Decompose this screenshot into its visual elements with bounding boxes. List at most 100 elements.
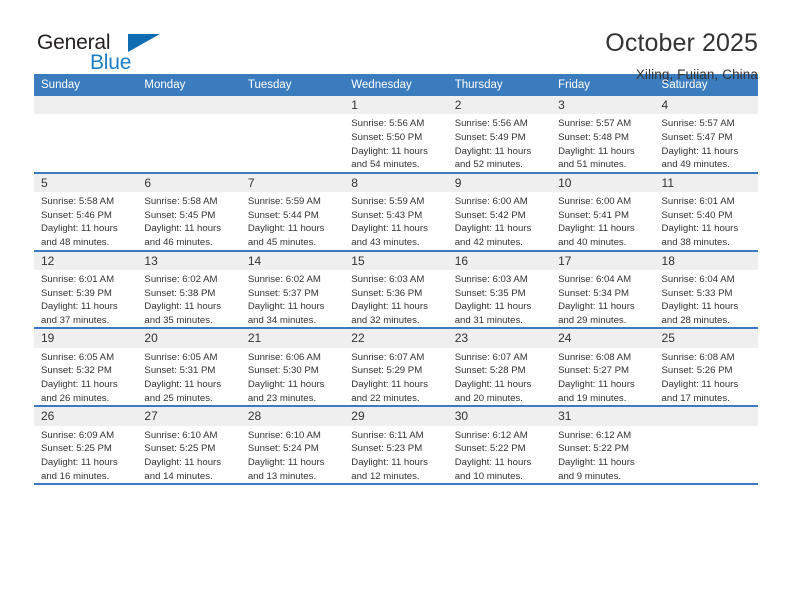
day-cell[interactable]: Sunrise: 5:58 AM Sunset: 5:45 PM Daylight:… bbox=[137, 192, 241, 252]
sunrise-text: Sunrise: 6:05 AM bbox=[41, 351, 115, 363]
daylight-text: Daylight: 11 hours and 20 minutes. bbox=[454, 379, 532, 404]
day-cell[interactable]: Sunrise: 6:03 AM Sunset: 5:35 PM Daylight:… bbox=[447, 270, 552, 330]
sunset-text: Sunset: 5:41 PM bbox=[558, 209, 630, 221]
sunset-text: Sunset: 5:32 PM bbox=[41, 365, 112, 377]
day-cell-empty bbox=[137, 114, 241, 174]
sunset-text: Sunset: 5:34 PM bbox=[558, 287, 630, 299]
day-cell[interactable]: Sunrise: 6:03 AM Sunset: 5:36 PM Daylight:… bbox=[344, 270, 448, 330]
sunset-text: Sunset: 5:33 PM bbox=[661, 287, 733, 299]
day-cell[interactable]: Sunrise: 6:05 AM Sunset: 5:32 PM Daylight:… bbox=[34, 347, 138, 408]
daylight-text: Daylight: 11 hours and 51 minutes. bbox=[558, 145, 635, 171]
daylight-text: Daylight: 11 hours and 25 minutes. bbox=[144, 379, 222, 404]
day-number[interactable]: 18 bbox=[654, 250, 758, 271]
day-cell[interactable]: Sunrise: 5:59 AM Sunset: 5:44 PM Daylight:… bbox=[240, 192, 345, 252]
day-number[interactable]: 27 bbox=[137, 406, 241, 426]
sunrise-text: Sunrise: 6:11 AM bbox=[351, 429, 424, 441]
day-cell[interactable]: Sunrise: 6:00 AM Sunset: 5:41 PM Daylight:… bbox=[551, 192, 655, 252]
page-header: General Blue October 2025 Xiling, Fujian… bbox=[34, 0, 758, 81]
sunrise-text: Sunrise: 6:08 AM bbox=[558, 351, 632, 363]
day-number[interactable]: 25 bbox=[654, 328, 758, 348]
day-number[interactable]: 30 bbox=[447, 406, 552, 426]
weekday-header-wednesday: Wednesday bbox=[344, 74, 448, 96]
day-number[interactable]: 8 bbox=[344, 172, 448, 193]
day-number[interactable]: 9 bbox=[447, 172, 552, 193]
day-number[interactable]: 1 bbox=[344, 96, 448, 115]
day-cell[interactable]: Sunrise: 6:08 AM Sunset: 5:26 PM Daylight:… bbox=[654, 347, 758, 408]
day-number[interactable]: 19 bbox=[34, 328, 138, 348]
day-cell[interactable]: Sunrise: 6:01 AM Sunset: 5:40 PM Daylight:… bbox=[654, 192, 758, 252]
sunrise-text: Sunrise: 6:05 AM bbox=[144, 351, 218, 363]
daylight-text: Daylight: 11 hours and 46 minutes. bbox=[144, 223, 222, 249]
day-number[interactable]: 31 bbox=[551, 406, 655, 426]
daylight-text: Daylight: 11 hours and 45 minutes. bbox=[247, 223, 325, 249]
day-number[interactable]: 28 bbox=[240, 406, 345, 426]
day-number[interactable]: 15 bbox=[344, 250, 448, 271]
day-cell[interactable]: Sunrise: 5:56 AM Sunset: 5:50 PM Daylight:… bbox=[344, 114, 448, 174]
day-cell[interactable]: Sunrise: 6:08 AM Sunset: 5:27 PM Daylight:… bbox=[551, 347, 655, 408]
day-cell[interactable]: Sunrise: 6:06 AM Sunset: 5:30 PM Daylight:… bbox=[240, 347, 345, 408]
daylight-text: Daylight: 11 hours and 17 minutes. bbox=[661, 379, 739, 404]
day-cell[interactable]: Sunrise: 5:56 AM Sunset: 5:49 PM Daylight:… bbox=[447, 114, 552, 174]
sunrise-text: Sunrise: 5:56 AM bbox=[351, 118, 425, 130]
sunset-text: Sunset: 5:27 PM bbox=[558, 365, 630, 377]
day-number[interactable]: 22 bbox=[344, 328, 448, 348]
day-cell[interactable]: Sunrise: 6:02 AM Sunset: 5:37 PM Daylight:… bbox=[240, 270, 345, 330]
brand-logo[interactable]: General Blue bbox=[34, 30, 214, 78]
day-cell[interactable]: Sunrise: 6:02 AM Sunset: 5:38 PM Daylight:… bbox=[137, 270, 241, 330]
daylight-text: Daylight: 11 hours and 14 minutes. bbox=[144, 456, 222, 482]
day-cell[interactable]: Sunrise: 6:12 AM Sunset: 5:22 PM Daylight:… bbox=[551, 425, 655, 486]
day-cell[interactable]: Sunrise: 6:05 AM Sunset: 5:31 PM Daylight:… bbox=[137, 347, 241, 408]
sunset-text: Sunset: 5:47 PM bbox=[661, 132, 733, 143]
day-cell[interactable]: Sunrise: 6:04 AM Sunset: 5:33 PM Daylight:… bbox=[654, 270, 758, 330]
calendar-body: 1 2 3 4 Sunrise: 5:56 AM Sunset: 5:50 PM Dayli… bbox=[34, 96, 758, 486]
day-number[interactable]: 13 bbox=[137, 250, 241, 271]
sunrise-text: Sunrise: 5:58 AM bbox=[41, 196, 115, 208]
day-number[interactable]: 21 bbox=[240, 328, 345, 348]
sunset-text: Sunset: 5:48 PM bbox=[558, 132, 630, 143]
sunrise-text: Sunrise: 6:01 AM bbox=[41, 274, 115, 286]
day-number[interactable]: 16 bbox=[447, 250, 552, 271]
week-info-row: Sunrise: 6:05 AM Sunset: 5:32 PM Daylight:… bbox=[34, 347, 758, 408]
day-cell[interactable]: Sunrise: 6:09 AM Sunset: 5:25 PM Daylight:… bbox=[34, 425, 138, 486]
day-cell[interactable]: Sunrise: 6:07 AM Sunset: 5:28 PM Daylight:… bbox=[447, 347, 552, 408]
day-cell[interactable]: Sunrise: 6:11 AM Sunset: 5:23 PM Daylight:… bbox=[344, 425, 448, 486]
daylight-text: Daylight: 11 hours and 35 minutes. bbox=[144, 301, 222, 326]
day-number[interactable]: 17 bbox=[551, 250, 655, 271]
sunrise-text: Sunrise: 6:00 AM bbox=[558, 196, 632, 208]
day-number[interactable]: 11 bbox=[654, 172, 758, 193]
day-number[interactable]: 3 bbox=[551, 96, 655, 115]
day-number[interactable]: 23 bbox=[447, 328, 552, 348]
day-cell[interactable]: Sunrise: 5:57 AM Sunset: 5:47 PM Daylight:… bbox=[654, 114, 758, 174]
sunset-text: Sunset: 5:23 PM bbox=[351, 443, 423, 455]
sunrise-text: Sunrise: 6:01 AM bbox=[661, 196, 735, 208]
day-cell[interactable]: Sunrise: 6:01 AM Sunset: 5:39 PM Daylight:… bbox=[34, 270, 138, 330]
day-number[interactable]: 12 bbox=[34, 250, 138, 271]
day-cell[interactable]: Sunrise: 6:10 AM Sunset: 5:24 PM Daylight:… bbox=[240, 425, 345, 486]
day-cell[interactable]: Sunrise: 5:57 AM Sunset: 5:48 PM Daylight:… bbox=[551, 114, 655, 174]
day-cell[interactable]: Sunrise: 5:58 AM Sunset: 5:46 PM Daylight:… bbox=[34, 192, 138, 252]
day-number[interactable]: 24 bbox=[551, 328, 655, 348]
day-cell[interactable]: Sunrise: 6:07 AM Sunset: 5:29 PM Daylight:… bbox=[344, 347, 448, 408]
day-cell[interactable]: Sunrise: 6:12 AM Sunset: 5:22 PM Daylight:… bbox=[447, 425, 552, 486]
daylight-text: Daylight: 11 hours and 19 minutes. bbox=[558, 379, 635, 404]
day-number[interactable]: 29 bbox=[344, 406, 448, 426]
day-cell[interactable]: Sunrise: 6:00 AM Sunset: 5:42 PM Daylight:… bbox=[447, 192, 552, 252]
day-number-empty bbox=[240, 96, 345, 115]
day-cell[interactable]: Sunrise: 6:10 AM Sunset: 5:25 PM Daylight:… bbox=[137, 425, 241, 486]
day-cell[interactable]: Sunrise: 6:04 AM Sunset: 5:34 PM Daylight:… bbox=[551, 270, 655, 330]
day-number[interactable]: 2 bbox=[447, 96, 552, 115]
day-number[interactable]: 20 bbox=[137, 328, 241, 348]
daylight-text: Daylight: 11 hours and 48 minutes. bbox=[41, 223, 118, 249]
sunset-text: Sunset: 5:35 PM bbox=[454, 287, 526, 299]
day-number[interactable]: 7 bbox=[240, 172, 345, 193]
weekday-header-thursday: Thursday bbox=[447, 74, 552, 96]
day-number[interactable]: 5 bbox=[34, 172, 138, 193]
day-number[interactable]: 4 bbox=[654, 96, 758, 115]
day-number[interactable]: 10 bbox=[551, 172, 655, 193]
day-cell[interactable]: Sunrise: 5:59 AM Sunset: 5:43 PM Daylight:… bbox=[344, 192, 448, 252]
day-number[interactable]: 6 bbox=[137, 172, 241, 193]
day-number[interactable]: 26 bbox=[34, 406, 138, 426]
day-number[interactable]: 14 bbox=[240, 250, 345, 271]
brand-word-blue: Blue bbox=[90, 51, 132, 74]
daylight-text: Daylight: 11 hours and 34 minutes. bbox=[247, 301, 325, 326]
